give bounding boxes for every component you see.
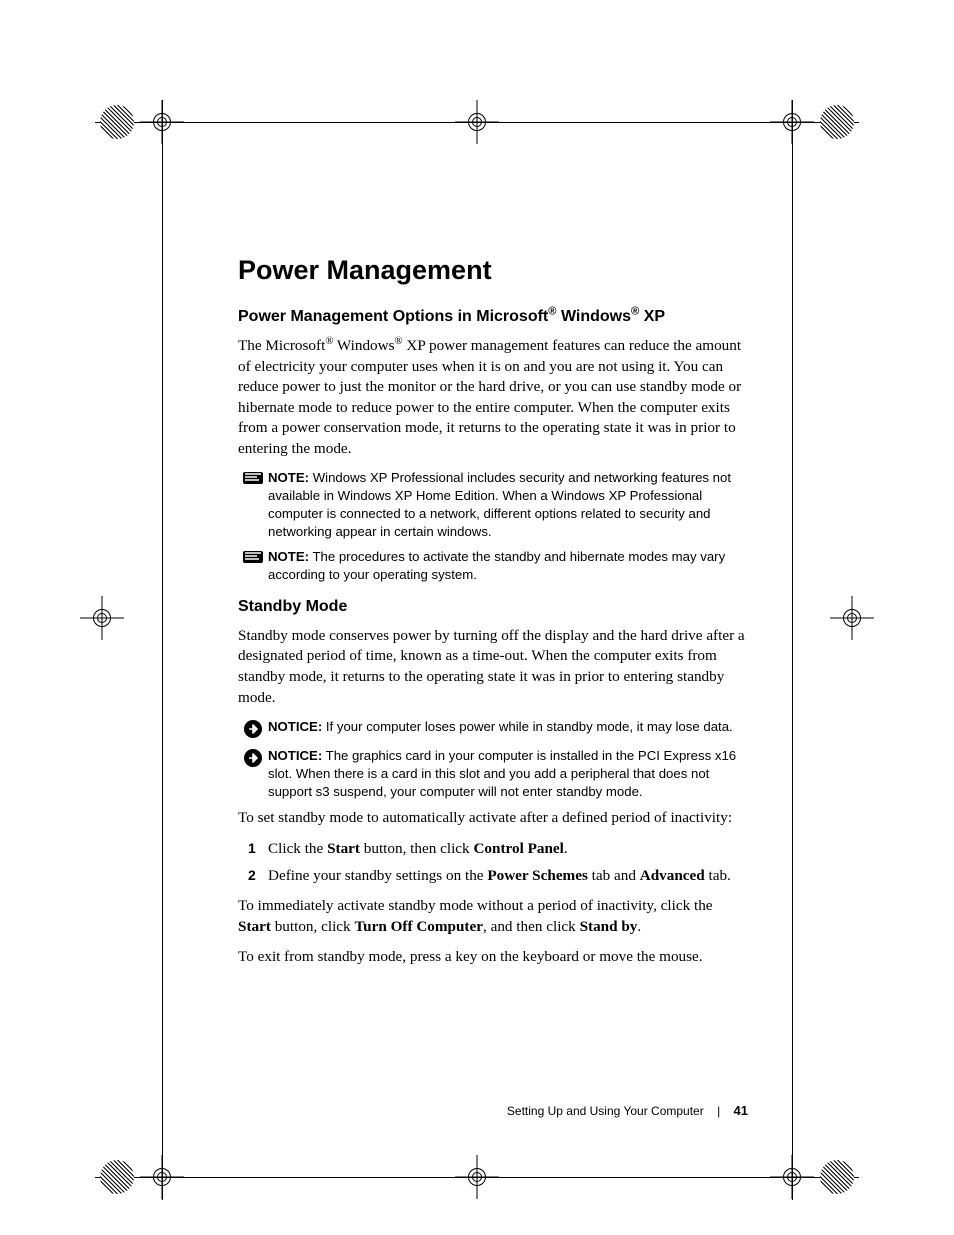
ui-reference: Power Schemes	[487, 867, 588, 884]
registration-hatch-icon	[820, 105, 854, 139]
notice-icon	[238, 718, 268, 739]
registration-mark-icon	[830, 596, 874, 640]
registration-hatch-icon	[100, 1160, 134, 1194]
page-number: 41	[734, 1103, 748, 1118]
ui-reference: Turn Off Computer	[354, 918, 483, 935]
notice-icon	[238, 747, 268, 800]
step-item: Define your standby settings on the Powe…	[238, 866, 748, 887]
paragraph: To set standby mode to automatically act…	[238, 808, 748, 829]
note-text: NOTE: Windows XP Professional includes s…	[268, 469, 748, 540]
text: , and then click	[483, 918, 580, 935]
text: Power Management Options in Microsoft	[238, 308, 548, 325]
text: tab.	[705, 867, 731, 884]
ui-reference: Stand by	[580, 918, 638, 935]
notice-callout: NOTICE: The graphics card in your comput…	[238, 747, 748, 800]
paragraph: Standby mode conserves power by turning …	[238, 626, 748, 708]
ui-reference: Start	[327, 840, 360, 857]
registration-mark-icon	[140, 1155, 184, 1199]
registered-mark: ®	[395, 336, 403, 347]
text: Click the	[268, 840, 327, 857]
crop-line-left	[162, 100, 163, 1200]
text: Windows	[333, 337, 394, 354]
notice-label: NOTICE:	[268, 748, 322, 763]
ui-reference: Start	[238, 918, 271, 935]
registration-mark-icon	[140, 100, 184, 144]
registration-hatch-icon	[820, 1160, 854, 1194]
registered-mark: ®	[548, 306, 556, 318]
text: Windows	[557, 308, 632, 325]
registration-mark-icon	[455, 100, 499, 144]
note-icon	[238, 469, 268, 540]
ui-reference: Advanced	[640, 867, 705, 884]
registration-mark-icon	[770, 100, 814, 144]
footer-separator: |	[717, 1104, 720, 1118]
registration-mark-icon	[770, 1155, 814, 1199]
text: XP	[639, 308, 665, 325]
subsection-heading: Standby Mode	[238, 598, 748, 616]
registration-mark-icon	[455, 1155, 499, 1199]
text: .	[564, 840, 568, 857]
text: button, click	[271, 918, 355, 935]
note-label: NOTE:	[268, 470, 309, 485]
crop-line-right	[792, 100, 793, 1200]
text: To immediately activate standby mode wit…	[238, 897, 713, 914]
section-heading: Power Management	[238, 255, 748, 286]
ui-reference: Control Panel	[473, 840, 563, 857]
footer-section-title: Setting Up and Using Your Computer	[507, 1104, 704, 1118]
text: .	[637, 918, 641, 935]
registration-hatch-icon	[100, 105, 134, 139]
paragraph: The Microsoft® Windows® XP power managem…	[238, 336, 748, 459]
paragraph: To exit from standby mode, press a key o…	[238, 947, 748, 968]
text: Define your standby settings on the	[268, 867, 487, 884]
text: Windows XP Professional includes securit…	[268, 470, 731, 538]
text: button, then click	[360, 840, 473, 857]
note-callout: NOTE: Windows XP Professional includes s…	[238, 469, 748, 540]
registration-mark-icon	[80, 596, 124, 640]
text: XP power management features can reduce …	[238, 337, 741, 457]
notice-label: NOTICE:	[268, 719, 322, 734]
step-item: Click the Start button, then click Contr…	[238, 839, 748, 860]
text: If your computer loses power while in st…	[322, 719, 732, 734]
notice-callout: NOTICE: If your computer loses power whi…	[238, 718, 748, 739]
steps-list: Click the Start button, then click Contr…	[238, 839, 748, 886]
text: The Microsoft	[238, 337, 325, 354]
text: The graphics card in your computer is in…	[268, 748, 736, 799]
page-footer: Setting Up and Using Your Computer | 41	[238, 1103, 748, 1118]
text: tab and	[588, 867, 640, 884]
note-callout: NOTE: The procedures to activate the sta…	[238, 548, 748, 584]
page-content: Power Management Power Management Option…	[238, 255, 748, 978]
subsection-heading: Power Management Options in Microsoft® W…	[238, 308, 748, 326]
note-text: NOTE: The procedures to activate the sta…	[268, 548, 748, 584]
notice-text: NOTICE: If your computer loses power whi…	[268, 718, 748, 739]
notice-text: NOTICE: The graphics card in your comput…	[268, 747, 748, 800]
text: The procedures to activate the standby a…	[268, 549, 725, 582]
note-label: NOTE:	[268, 549, 309, 564]
paragraph: To immediately activate standby mode wit…	[238, 896, 748, 937]
note-icon	[238, 548, 268, 584]
